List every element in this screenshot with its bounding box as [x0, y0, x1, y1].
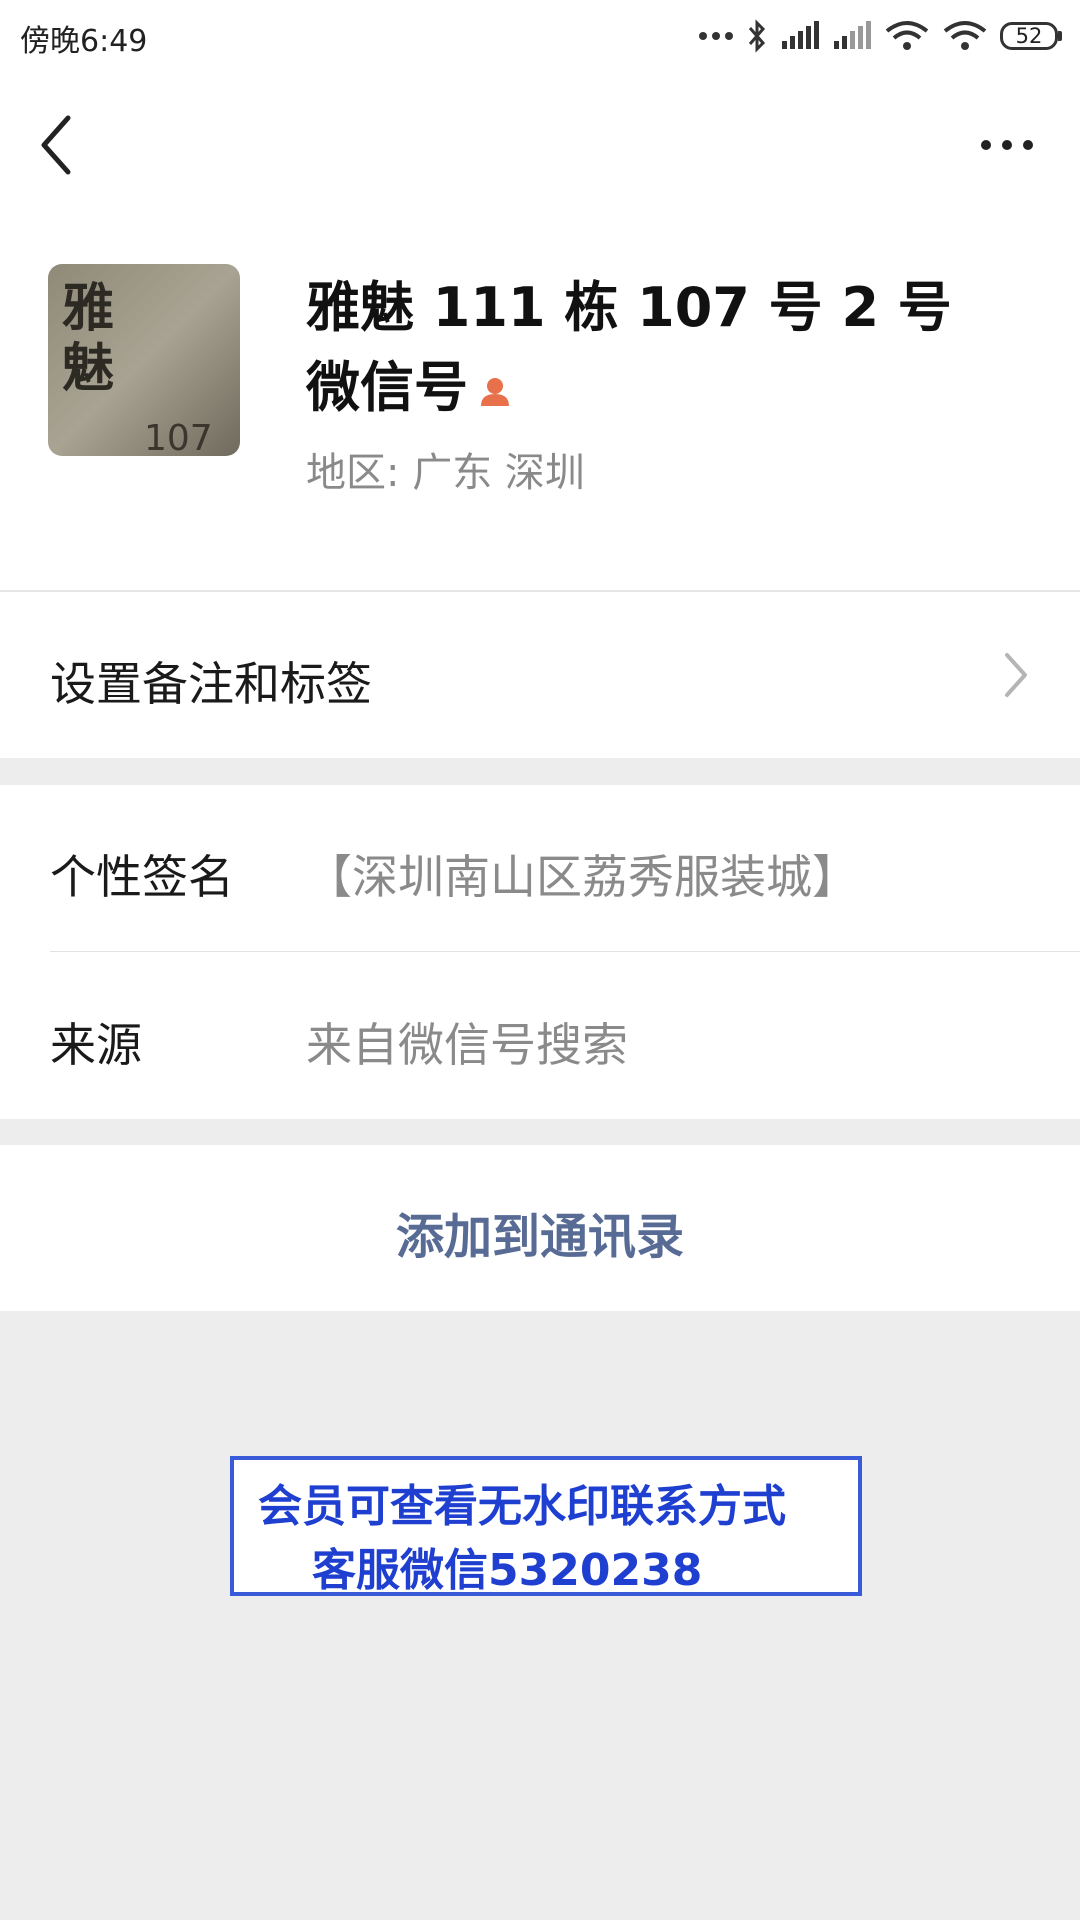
add-to-contacts-label: 添加到通讯录: [395, 1209, 684, 1265]
signal-icon: [782, 21, 819, 49]
more-icon: [981, 140, 1033, 150]
signature-row: 个性签名 【深圳南山区荔秀服装城】: [0, 785, 1080, 951]
avatar-char-2: 魅: [62, 339, 114, 399]
info-section: 个性签名 【深圳南山区荔秀服装城】 来源 来自微信号搜索: [0, 785, 1080, 1119]
person-icon: [481, 378, 509, 407]
avatar-number: 107: [144, 418, 213, 456]
avatar[interactable]: 雅 魅 107: [48, 264, 240, 456]
source-value: 来自微信号搜索: [306, 1018, 628, 1072]
signature-label: 个性签名: [50, 850, 234, 904]
status-icons: 52: [698, 14, 1062, 58]
more-options-button[interactable]: [972, 120, 1042, 170]
profile-region: 地区: 广东 深圳: [306, 450, 585, 496]
source-row: 来源 来自微信号搜索: [0, 953, 1080, 1119]
signal-icon-2: [834, 21, 871, 49]
back-button[interactable]: [30, 110, 90, 180]
profile-name-text: 雅魅 111 栋 107 号 2 号微信号: [306, 276, 952, 419]
watermark-banner: 会员可查看无水印联系方式 客服微信5320238: [230, 1456, 862, 1596]
watermark-line-2: 客服微信5320238: [312, 1545, 703, 1596]
divider: [50, 951, 1080, 952]
battery-indicator: 52: [1000, 22, 1062, 50]
source-label: 来源: [50, 1018, 142, 1072]
battery-level: 52: [1000, 22, 1058, 50]
wifi-icon: [885, 21, 929, 50]
more-dots-icon: [699, 32, 733, 40]
avatar-char-1: 雅: [62, 279, 114, 339]
profile-name: 雅魅 111 栋 107 号 2 号微信号: [306, 268, 986, 428]
watermark-line-1: 会员可查看无水印联系方式: [258, 1481, 786, 1532]
bluetooth-icon: [748, 19, 766, 53]
signature-value: 【深圳南山区荔秀服装城】: [306, 850, 858, 904]
chevron-right-icon: [1005, 653, 1027, 697]
wifi-icon-2: [943, 21, 987, 50]
set-remark-and-tags-row[interactable]: 设置备注和标签: [0, 592, 1080, 758]
set-remark-label: 设置备注和标签: [50, 657, 372, 711]
profile-header: 傍晚6:49 52 雅 魅 107 雅魅 111 栋 107 号 2 号微信号 …: [0, 0, 1080, 590]
chevron-left-icon: [41, 115, 71, 175]
status-time: 傍晚6:49: [20, 24, 148, 59]
add-to-contacts-button[interactable]: 添加到通讯录: [0, 1145, 1080, 1311]
